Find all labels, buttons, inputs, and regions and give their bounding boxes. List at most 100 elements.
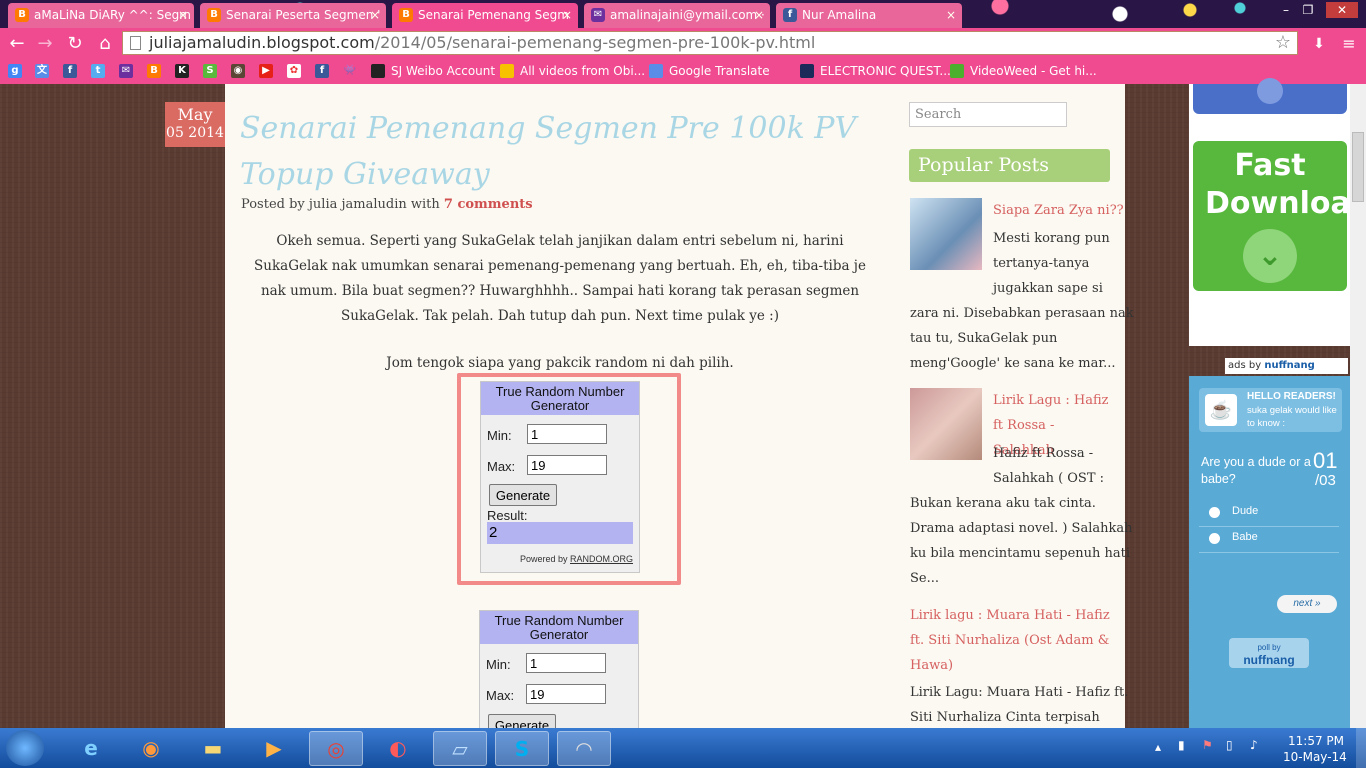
translate-icon[interactable]: 文 xyxy=(35,64,49,78)
facebook-icon-2[interactable]: f xyxy=(315,64,329,78)
bookmark-all-videos[interactable]: All videos from Obi... xyxy=(500,62,645,80)
opera-icon[interactable]: ◐ xyxy=(371,731,425,766)
close-icon[interactable]: × xyxy=(562,3,572,27)
bookmark-sj-weibo[interactable]: SJ Weibo Account xyxy=(371,62,495,80)
media-player-icon[interactable]: ▶ xyxy=(247,731,301,766)
generate-button[interactable]: Generate xyxy=(489,484,557,506)
back-icon[interactable]: ← xyxy=(6,33,28,55)
chrome-icon[interactable]: ◎ xyxy=(309,731,363,766)
google-icon[interactable]: g xyxy=(8,64,22,78)
popular-post-excerpt: ku bila mencintamu sepenuh hati xyxy=(910,546,1131,561)
tab-title: aMaLiNa DiARy ^^: Segm xyxy=(34,8,191,22)
mail-icon[interactable]: ✉ xyxy=(119,64,133,78)
poll-counter-total: /03 xyxy=(1315,472,1336,489)
battery-icon[interactable]: ▯ xyxy=(1226,738,1233,752)
fast-download-label: Fast Download xyxy=(1205,148,1366,221)
blogger-icon[interactable]: B xyxy=(147,64,161,78)
post-thumbnail[interactable] xyxy=(910,198,982,270)
menu-icon[interactable]: ≡ xyxy=(1338,33,1360,55)
poll-hello-box: ☕ HELLO READERS! suka gelak would like t… xyxy=(1199,388,1342,432)
network-icon[interactable]: ▮ xyxy=(1178,738,1185,752)
random-number-widget-2: True Random Number Generator Min: Max: G… xyxy=(479,610,639,730)
download-icon[interactable]: ⬇ xyxy=(1308,33,1330,55)
speech-icon: ☕ xyxy=(1205,394,1237,426)
date-month: May xyxy=(177,105,213,124)
random-number-widget: True Random Number Generator Min: Max: G… xyxy=(480,381,640,573)
restore-icon[interactable]: ❐ xyxy=(1298,2,1318,18)
popular-post-excerpt: tau tu, SukaGelak pun xyxy=(910,331,1058,346)
scrollbar-thumb[interactable] xyxy=(1352,132,1364,202)
min-input[interactable] xyxy=(526,653,606,673)
bookmark-star-icon[interactable]: ☆ xyxy=(1275,32,1291,54)
popular-post-excerpt: Se... xyxy=(910,571,939,586)
radio-icon[interactable] xyxy=(1209,533,1220,544)
close-icon[interactable]: × xyxy=(754,3,764,27)
volume-icon[interactable]: ♪ xyxy=(1250,738,1258,752)
popular-post-excerpt: Siti Nurhaliza Cinta terpisah xyxy=(910,710,1100,725)
home-icon[interactable]: ⌂ xyxy=(94,33,116,55)
poll-counter: 01 xyxy=(1313,448,1338,473)
max-input[interactable] xyxy=(526,684,606,704)
popular-posts-header: Popular Posts xyxy=(909,149,1110,182)
bookmark-google-translate[interactable]: Google Translate xyxy=(649,62,770,80)
tab-1[interactable]: B aMaLiNa DiARy ^^: Segm × xyxy=(8,3,194,28)
flag-icon[interactable]: ⚑ xyxy=(1202,738,1213,752)
min-input[interactable] xyxy=(527,424,607,444)
poll-next-button[interactable]: next » xyxy=(1277,595,1337,613)
tray-arrow-icon[interactable]: ▴ xyxy=(1155,740,1161,754)
facebook-icon[interactable]: f xyxy=(63,64,77,78)
popular-post-title[interactable]: Siapa Zara Zya ni?? xyxy=(993,198,1124,223)
kaskus-icon[interactable]: K xyxy=(175,64,189,78)
s-icon[interactable]: S xyxy=(203,64,217,78)
instagram-icon[interactable]: ◉ xyxy=(231,64,245,78)
url-path: /2014/05/senarai-pemenang-segmen-pre-100… xyxy=(374,33,816,52)
widget-header: True Random Number Generator xyxy=(481,382,639,415)
post-thumbnail[interactable] xyxy=(910,388,982,460)
notes-icon[interactable]: ▱ xyxy=(433,731,487,766)
search-input[interactable]: Search xyxy=(909,102,1067,127)
youtube-icon[interactable]: ▶ xyxy=(259,64,273,78)
reload-icon[interactable]: ↻ xyxy=(64,33,86,55)
firefox-icon[interactable]: ◉ xyxy=(124,731,178,766)
tab-5[interactable]: f Nur Amalina × xyxy=(776,3,962,28)
close-icon[interactable]: × xyxy=(178,3,188,27)
post-jom: Jom tengok siapa yang pakcik random ni d… xyxy=(386,355,734,371)
poll-option-dude[interactable]: Dude xyxy=(1199,500,1339,527)
fast-download-ad[interactable]: Fast Download ⌄ xyxy=(1193,141,1366,291)
skype-icon[interactable]: S xyxy=(495,731,549,766)
post-title[interactable]: Senarai Pemenang Segmen Pre 100k PV Topu… xyxy=(240,106,880,198)
close-icon[interactable]: × xyxy=(946,3,956,27)
tab-2[interactable]: B Senarai Peserta Segmen ' × xyxy=(200,3,386,28)
forward-icon[interactable]: → xyxy=(34,33,56,55)
tab-3-active[interactable]: B Senarai Pemenang Segm × xyxy=(392,3,578,28)
clock-date[interactable]: 10-May-14 xyxy=(1283,750,1347,764)
close-icon[interactable]: × xyxy=(370,3,380,27)
picasa-icon[interactable]: ✿ xyxy=(287,64,301,78)
bookmark-videoweed[interactable]: VideoWeed - Get hi... xyxy=(950,62,1097,80)
max-input[interactable] xyxy=(527,455,607,475)
clock-time[interactable]: 11:57 PM xyxy=(1288,734,1344,748)
start-button[interactable] xyxy=(6,730,44,766)
popular-post-excerpt: zara ni. Disebabkan perasaan nak xyxy=(910,306,1134,321)
popular-post-excerpt: Salahkah ( OST : xyxy=(993,471,1105,486)
close-window-icon[interactable]: ✕ xyxy=(1326,2,1358,18)
app-icon[interactable]: ◠ xyxy=(557,731,611,766)
tab-4[interactable]: ✉ amalinajaini@ymail.com · × xyxy=(584,3,770,28)
comments-link[interactable]: 7 comments xyxy=(444,197,533,212)
poll-option-babe[interactable]: Babe xyxy=(1199,526,1339,553)
ad-button-top[interactable] xyxy=(1193,78,1347,114)
address-bar[interactable]: juliajamaludin.blogspot.com/2014/05/sena… xyxy=(122,31,1298,55)
alien-icon[interactable]: 👾 xyxy=(343,64,357,78)
bookmark-electronic-quest[interactable]: ELECTRONIC QUEST... xyxy=(800,62,951,80)
show-desktop-button[interactable] xyxy=(1356,728,1366,768)
triangle-icon xyxy=(500,64,514,78)
max-label: Max: xyxy=(487,459,516,474)
twitter-icon[interactable]: t xyxy=(91,64,105,78)
folder-icon[interactable]: ▬ xyxy=(186,731,240,766)
popular-post-title[interactable]: Lirik lagu : Muara Hati - Hafiz ft. Siti… xyxy=(910,603,1110,678)
random-org-link[interactable]: RANDOM.ORG xyxy=(570,554,633,564)
url-domain: juliajamaludin.blogspot.com xyxy=(149,33,375,52)
ie-icon[interactable]: e xyxy=(64,731,118,766)
minimize-icon[interactable]: – xyxy=(1276,2,1296,18)
radio-icon[interactable] xyxy=(1209,507,1220,518)
